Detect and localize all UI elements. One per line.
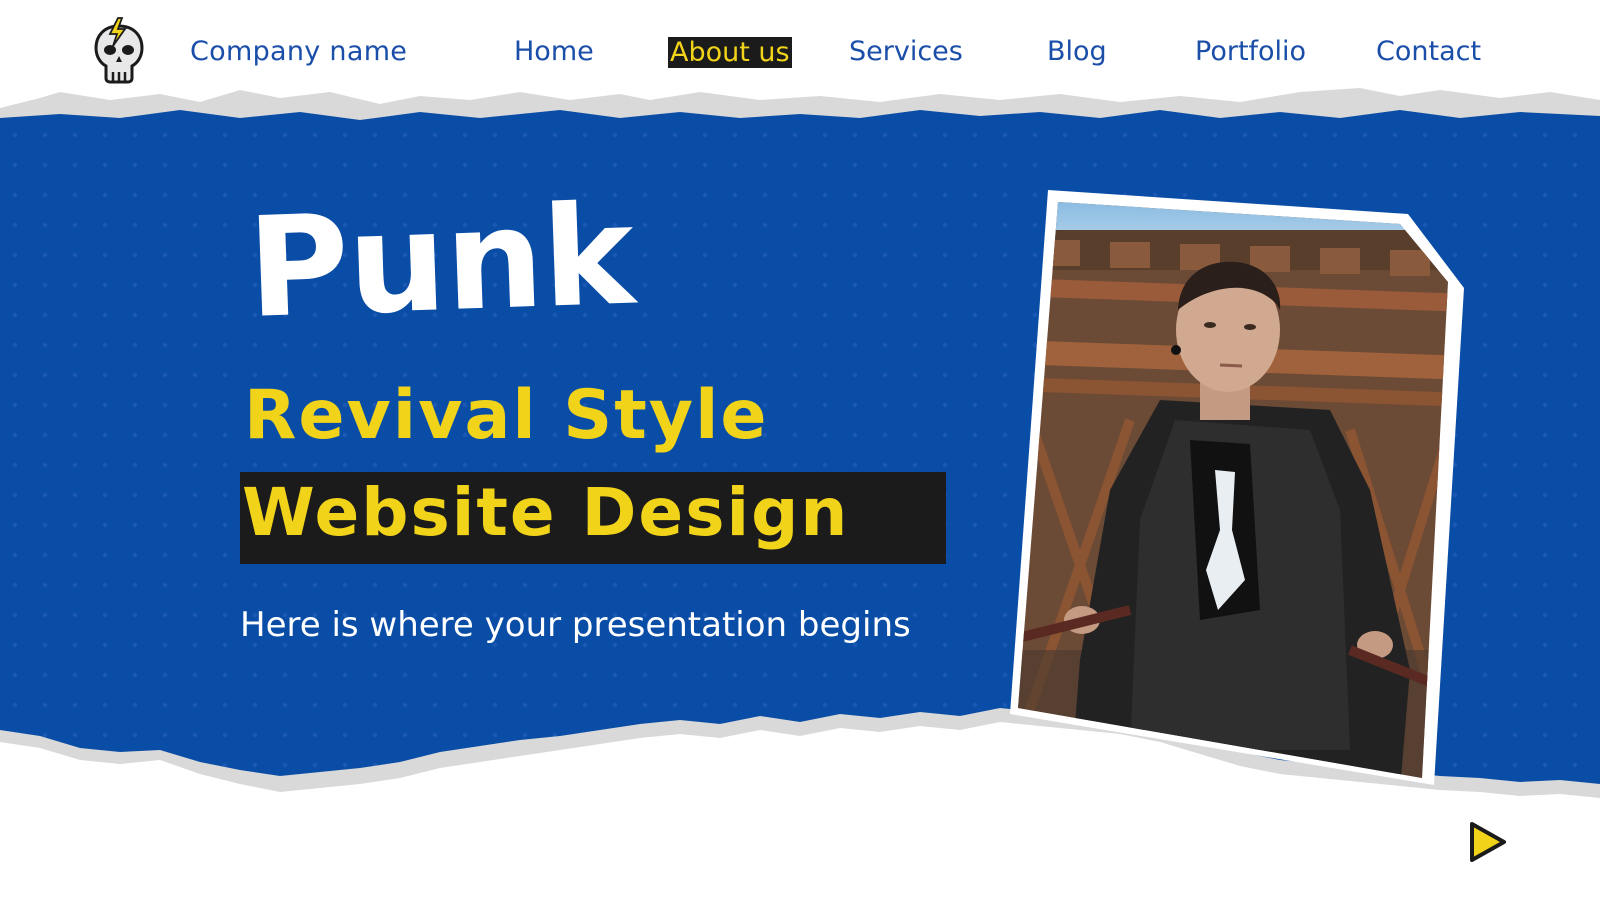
company-name-link[interactable]: Company name xyxy=(190,36,407,67)
hero-subtitle-line1: Revival Style xyxy=(244,376,769,455)
nav-about-us[interactable]: About us xyxy=(668,37,792,68)
play-triangle-icon[interactable] xyxy=(1468,820,1508,864)
nav-blog[interactable]: Blog xyxy=(1047,36,1107,67)
nav-home[interactable]: Home xyxy=(514,36,594,67)
person-photo xyxy=(1010,190,1464,785)
hero-subtitle-line2: Website Design xyxy=(242,474,850,551)
hero-title: Punk xyxy=(245,174,636,349)
nav-services[interactable]: Services xyxy=(849,36,963,67)
nav-portfolio[interactable]: Portfolio xyxy=(1195,36,1306,67)
skull-lightning-icon xyxy=(94,17,144,84)
hero-tagline: Here is where your presentation begins xyxy=(240,605,911,645)
slide-page: Company name Home About us Services Blog… xyxy=(0,0,1600,900)
nav-contact[interactable]: Contact xyxy=(1376,36,1481,67)
